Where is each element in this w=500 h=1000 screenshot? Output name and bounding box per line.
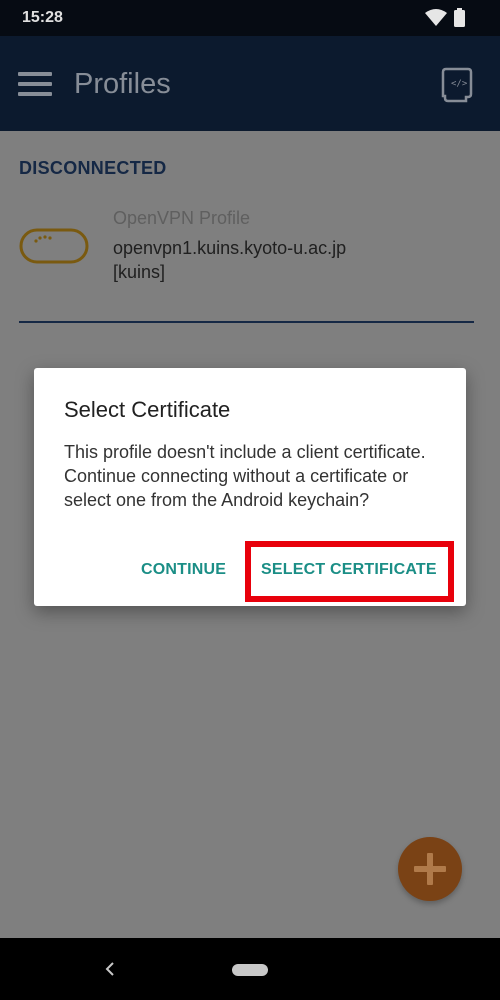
page-title: Profiles <box>74 68 171 100</box>
dialog-message: This profile doesn't include a client ce… <box>64 442 426 510</box>
divider <box>19 321 474 323</box>
add-profile-button[interactable] <box>398 837 462 901</box>
plus-icon <box>414 853 446 885</box>
status-time: 15:28 <box>22 9 63 26</box>
status-bar: 15:28 <box>0 0 500 36</box>
import-profile-icon[interactable]: </> <box>440 66 474 104</box>
profile-name: OpenVPN Profile <box>113 208 251 228</box>
section-header-disconnected: DISCONNECTED <box>19 158 167 178</box>
screen: 15:28 Profiles </> DISCONNECTED OpenVPN … <box>0 0 500 1000</box>
profile-host: openvpn1.kuins.kyoto-u.ac.jp <box>113 238 347 258</box>
app-bar: Profiles </> <box>0 36 500 131</box>
select-certificate-dialog: Select Certificate This profile doesn't … <box>34 368 466 606</box>
navigation-bar <box>0 938 500 1000</box>
back-icon[interactable] <box>104 960 116 978</box>
svg-text:</>: </> <box>451 79 468 89</box>
battery-icon <box>454 8 465 27</box>
profile-item[interactable]: OpenVPN Profile openvpn1.kuins.kyoto-u.a… <box>0 201 500 301</box>
wifi-icon <box>425 9 447 26</box>
vpn-toggle-icon[interactable] <box>19 228 89 264</box>
select-certificate-button[interactable]: SELECT CERTIFICATE <box>261 561 437 579</box>
home-button[interactable] <box>232 964 268 976</box>
continue-button[interactable]: CONTINUE <box>141 561 226 579</box>
profile-user: [kuins] <box>113 262 166 282</box>
menu-icon[interactable] <box>18 71 52 97</box>
dialog-title: Select Certificate <box>64 397 231 422</box>
